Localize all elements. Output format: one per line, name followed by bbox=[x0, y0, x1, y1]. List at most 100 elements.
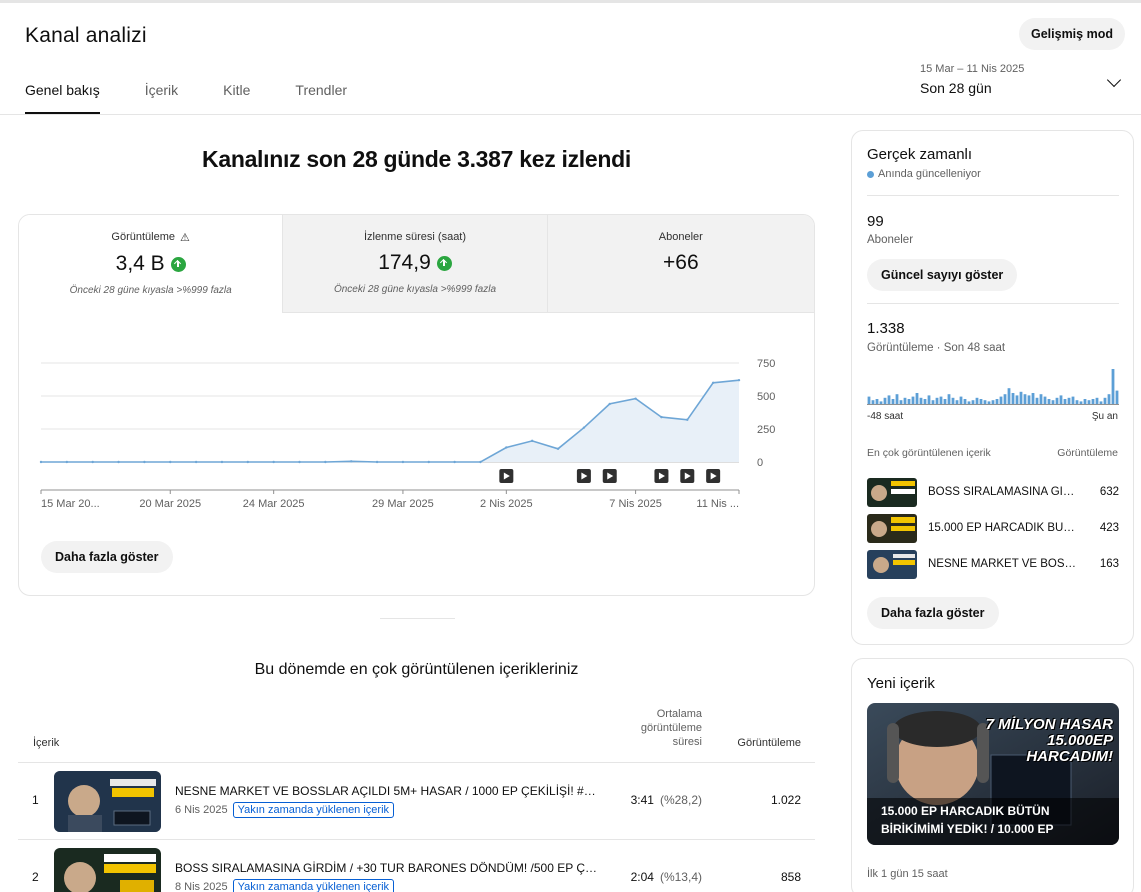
warning-icon: ⚠ bbox=[180, 232, 190, 244]
data-point bbox=[608, 402, 611, 406]
video-date: 6 Nis 2025 bbox=[175, 804, 228, 816]
data-point bbox=[505, 446, 508, 449]
metric-subscribers[interactable]: Aboneler +66 bbox=[547, 215, 814, 313]
avg-percentage: (%28,2) bbox=[659, 793, 702, 807]
realtime-bar bbox=[939, 396, 943, 405]
realtime-bar bbox=[1059, 395, 1063, 405]
overview-card: Görüntüleme ⚠ 3,4 B Önceki 28 güne kıyasl… bbox=[18, 214, 815, 596]
video-title: NESNE MARKET VE BOSSLAR AÇILDI bbox=[928, 558, 1078, 570]
top-content-heading: En çok görüntülenen içerik bbox=[867, 447, 991, 459]
tab-audience[interactable]: Kitle bbox=[223, 82, 250, 114]
realtime-bar bbox=[959, 396, 963, 405]
y-tick-label: 750 bbox=[757, 358, 775, 370]
realtime-bar bbox=[1023, 394, 1027, 405]
realtime-bar bbox=[1043, 396, 1047, 405]
realtime-bar bbox=[1111, 369, 1115, 405]
realtime-bar bbox=[927, 395, 931, 405]
column-header-content: İçerik bbox=[33, 737, 60, 749]
data-point bbox=[686, 418, 689, 421]
data-point bbox=[634, 397, 637, 400]
realtime-card: Gerçek zamanlı Anında güncelleniyor 99 A… bbox=[851, 130, 1134, 645]
realtime-top-item[interactable]: 15.000 EP HARCADIK BÜTÜN BİRİKİMİMİ 423 bbox=[867, 514, 1119, 544]
avg-duration: 2:04 bbox=[630, 870, 654, 884]
date-range-dates: 15 Mar – 11 Nis 2025 bbox=[920, 63, 1025, 75]
data-point bbox=[427, 460, 430, 464]
metric-watch-time[interactable]: İzlenme süresi (saat) 174,9 Önceki 28 gü… bbox=[283, 215, 548, 313]
avg-duration: 3:41 bbox=[630, 793, 654, 807]
row-index: 2 bbox=[32, 870, 39, 884]
tab-overview[interactable]: Genel bakış bbox=[25, 82, 100, 114]
realtime-top-item[interactable]: BOSS SIRALAMASINA GİRDİM 632 bbox=[867, 478, 1119, 508]
column-header-avg-duration[interactable]: Ortalama görüntüleme süresi bbox=[618, 707, 702, 749]
realtime-bar bbox=[895, 394, 899, 405]
arrow-up-icon bbox=[170, 256, 186, 272]
new-content-title: Yeni içerik bbox=[867, 675, 935, 692]
realtime-bar-chart bbox=[867, 369, 1119, 405]
data-point bbox=[375, 460, 379, 464]
video-thumbnail bbox=[867, 478, 917, 507]
row-index: 1 bbox=[32, 793, 39, 807]
realtime-bar bbox=[1003, 394, 1007, 405]
new-video-title: 15.000 EP HARCADIK BÜTÜN BİRİKİMİMİ YEDİ… bbox=[881, 804, 1054, 836]
x-tick-label: 2 Nis 2025 bbox=[480, 498, 533, 510]
metric-compare: Önceki 28 güne kıyasla >%999 fazla bbox=[69, 285, 232, 296]
realtime-bar bbox=[1055, 397, 1059, 405]
table-header: İçerik Ortalama görüntüleme süresi Görün… bbox=[18, 700, 815, 763]
realtime-bar bbox=[935, 397, 939, 405]
data-point bbox=[220, 460, 224, 464]
data-point bbox=[737, 378, 741, 382]
x-tick-label: 11 Nis ... bbox=[696, 498, 739, 510]
x-tick-label: 20 Mar 2025 bbox=[139, 498, 201, 510]
data-point bbox=[582, 426, 586, 429]
subscriber-label: Aboneler bbox=[867, 234, 914, 246]
column-header-views[interactable]: Görüntüleme bbox=[737, 737, 801, 749]
recent-upload-badge: Yakın zamanda yüklenen içerik bbox=[232, 879, 395, 892]
x-tick-label: 29 Mar 2025 bbox=[372, 498, 434, 510]
tab-content[interactable]: İçerik bbox=[145, 82, 178, 114]
live-dot-icon bbox=[867, 170, 874, 178]
video-thumbnail[interactable]: 7 MİLYON HASAR 15.000EP HARCADIM! 15.000… bbox=[867, 703, 1119, 845]
view-count: 423 bbox=[1099, 522, 1119, 534]
data-point bbox=[91, 460, 94, 464]
data-point bbox=[194, 460, 198, 464]
tabs-divider bbox=[0, 114, 1141, 115]
realtime-bar bbox=[1071, 396, 1075, 405]
metric-views[interactable]: Görüntüleme ⚠ 3,4 B Önceki 28 güne kıyasl… bbox=[19, 215, 284, 313]
advanced-mode-button[interactable]: Gelişmiş mod bbox=[1019, 18, 1125, 50]
realtime-top-item[interactable]: NESNE MARKET VE BOSSLAR AÇILDI 163 bbox=[867, 550, 1119, 580]
metric-value: +66 bbox=[663, 251, 699, 274]
show-current-count-button[interactable]: Güncel sayıyı göster bbox=[867, 259, 1018, 291]
views-chart: 750 500 250 0 15 Mar 20... 20 Mar 2025 24 Mar … bbox=[39, 358, 775, 510]
top-border bbox=[0, 0, 1141, 3]
tab-trends[interactable]: Trendler bbox=[295, 82, 347, 114]
realtime-bar bbox=[1115, 390, 1119, 405]
video-title[interactable]: NESNE MARKET VE BOSSLAR AÇILDI 5M+ HASAR… bbox=[175, 784, 605, 798]
table-row[interactable]: 2 BOSS SIRALAMASINA GİRDİM / +30 TUR BAR… bbox=[18, 840, 815, 892]
metric-value: 174,9 bbox=[378, 251, 431, 274]
realtime-bar bbox=[1027, 395, 1031, 405]
data-point bbox=[117, 460, 120, 464]
show-more-button[interactable]: Daha fazla göster bbox=[41, 541, 173, 573]
realtime-bar bbox=[1035, 397, 1039, 405]
metric-label: Görüntüleme bbox=[111, 231, 176, 243]
y-tick-label: 0 bbox=[757, 457, 763, 469]
realtime-bar bbox=[1011, 393, 1015, 405]
realtime-bar bbox=[947, 394, 951, 405]
view-count: 632 bbox=[1099, 486, 1119, 498]
recent-upload-badge: Yakın zamanda yüklenen içerik bbox=[232, 802, 395, 818]
table-row[interactable]: 1 NESNE MARKET VE BOSSLAR AÇILDI 5M+ HAS… bbox=[18, 763, 815, 840]
data-point bbox=[39, 460, 43, 464]
video-thumbnail bbox=[867, 514, 917, 543]
data-point bbox=[556, 447, 560, 450]
realtime-bar bbox=[867, 396, 871, 405]
date-range-label: Son 28 gün bbox=[920, 80, 992, 96]
realtime-title: Gerçek zamanlı bbox=[867, 146, 973, 163]
show-more-button[interactable]: Daha fazla göster bbox=[867, 597, 999, 629]
metric-value: 3,4 B bbox=[115, 252, 165, 275]
video-thumbnail[interactable] bbox=[54, 848, 161, 892]
view-count: 858 bbox=[780, 870, 801, 884]
video-thumbnail[interactable] bbox=[54, 771, 161, 832]
x-tick-label: 24 Mar 2025 bbox=[243, 498, 305, 510]
date-range-picker[interactable]: 15 Mar – 11 Nis 2025 Son 28 gün bbox=[920, 63, 1125, 96]
video-title[interactable]: BOSS SIRALAMASINA GİRDİM / +30 TUR BARON… bbox=[175, 861, 605, 875]
